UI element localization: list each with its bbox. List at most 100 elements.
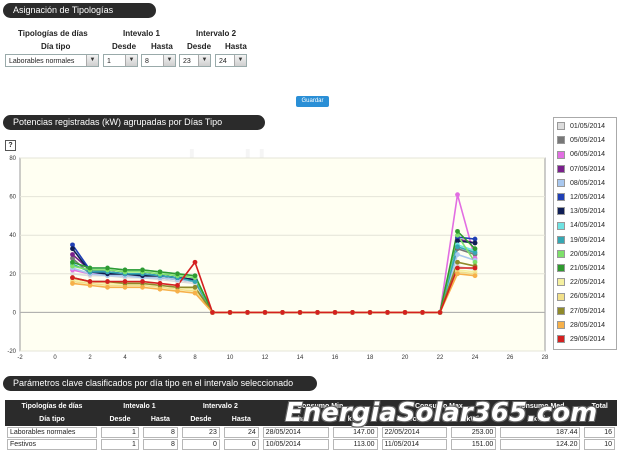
table-cell: 8 xyxy=(141,426,180,438)
legend-label: 06/05/2014 xyxy=(570,151,606,159)
cell-value: 187.44 xyxy=(500,426,581,438)
cell-value: 10/05/2014 xyxy=(262,438,329,450)
legend-item[interactable]: 20/05/2014 xyxy=(557,249,605,261)
legend-item[interactable]: 14/05/2014 xyxy=(557,220,605,232)
chart-legend: 01/05/2014 05/05/2014 06/05/2014 07/05/2014… xyxy=(553,117,617,350)
data-point xyxy=(472,246,478,252)
legend-swatch xyxy=(557,278,565,287)
legend-label: 20/05/2014 xyxy=(570,250,606,258)
cell-value: 1 xyxy=(101,426,139,438)
cell-value: 113.00 xyxy=(332,438,378,450)
legend-item[interactable]: 27/05/2014 xyxy=(557,306,605,318)
data-point xyxy=(175,282,180,288)
data-point xyxy=(87,279,93,284)
legend-swatch xyxy=(557,207,565,216)
data-point xyxy=(70,246,75,252)
table-cell: 23 xyxy=(180,426,222,438)
cell-value: 0 xyxy=(181,438,220,450)
legend-swatch xyxy=(557,306,565,315)
legend-item[interactable]: 08/05/2014 xyxy=(557,178,605,190)
table-cell: 8 xyxy=(141,438,180,450)
legend-item[interactable]: 07/05/2014 xyxy=(557,164,605,176)
data-point xyxy=(385,310,390,315)
y-tick-label: 60 xyxy=(9,195,16,201)
data-point xyxy=(70,275,75,281)
table-cell: 24 xyxy=(222,426,261,438)
table-cell: 151.00 xyxy=(449,438,498,450)
legend-item[interactable]: 05/05/2014 xyxy=(557,135,605,147)
cell-value: Festivos xyxy=(7,438,97,450)
x-tick-label: 6 xyxy=(158,355,162,361)
data-point xyxy=(315,310,320,315)
data-point xyxy=(175,271,180,277)
legend-item[interactable]: 12/05/2014 xyxy=(557,192,605,204)
x-tick-label: 16 xyxy=(332,355,339,361)
legend-label: 01/05/2014 xyxy=(570,123,606,130)
x-tick-label: 24 xyxy=(472,355,479,361)
data-point xyxy=(297,310,303,315)
legend-label: 14/05/2014 xyxy=(570,222,606,230)
subheader-cell: Desde xyxy=(99,413,141,426)
cell-value: 8 xyxy=(142,426,178,438)
legend-swatch xyxy=(557,164,565,173)
subheader-cell: Hasta xyxy=(221,413,261,426)
cell-value: 22/05/2014 xyxy=(381,426,448,438)
legend-item[interactable]: 29/05/2014 xyxy=(557,334,605,346)
data-point xyxy=(455,252,460,257)
data-point xyxy=(87,265,93,271)
y-tick-label: -20 xyxy=(7,349,16,355)
legend-item[interactable]: 01/05/2014 xyxy=(557,121,605,133)
x-tick-label: 20 xyxy=(402,355,409,361)
legend-item[interactable]: 28/05/2014 xyxy=(557,320,605,332)
legend-label: 22/05/2014 xyxy=(570,279,606,287)
legend-swatch xyxy=(557,249,565,258)
data-point xyxy=(157,286,163,292)
legend-swatch xyxy=(557,193,565,202)
subheader-cell: Desde xyxy=(179,413,222,426)
legend-item[interactable]: 26/05/2014 xyxy=(557,291,605,303)
cell-value: 10 xyxy=(584,438,615,450)
legend-swatch xyxy=(557,292,565,301)
legend-item[interactable]: 19/05/2014 xyxy=(557,235,605,247)
legend-swatch xyxy=(557,221,565,230)
y-tick-label: 0 xyxy=(13,310,17,316)
table-cell: 113.00 xyxy=(331,438,380,450)
legend-label: 08/05/2014 xyxy=(570,179,606,187)
legend-swatch xyxy=(557,136,565,145)
legend-item[interactable]: 06/05/2014 xyxy=(557,149,605,161)
cell-value: 124.20 xyxy=(500,438,581,450)
legend-item[interactable]: 13/05/2014 xyxy=(557,206,605,218)
data-point xyxy=(157,269,163,275)
legend-swatch xyxy=(557,335,565,344)
subheader-cell: Hasta xyxy=(140,413,180,426)
data-point xyxy=(192,259,198,265)
data-point xyxy=(192,290,198,296)
data-point xyxy=(455,265,460,271)
legend-item[interactable]: 21/05/2014 xyxy=(557,263,605,275)
table-cell: 10 xyxy=(582,438,617,450)
data-point xyxy=(192,273,198,279)
data-point xyxy=(437,310,443,315)
table-cell: Festivos xyxy=(5,438,99,450)
legend-label: 29/05/2014 xyxy=(570,336,606,343)
col-intervalo2: Intervalo 2 xyxy=(179,400,261,413)
x-tick-label: 12 xyxy=(262,355,269,361)
legend-label: 21/05/2014 xyxy=(570,265,606,272)
data-point xyxy=(105,279,110,284)
cell-value: Laborables normales xyxy=(7,426,97,438)
subheader-cell: Día tipo xyxy=(5,413,99,426)
legend-swatch xyxy=(557,235,565,244)
data-point xyxy=(402,310,408,315)
x-tick-label: 4 xyxy=(123,355,127,361)
data-point xyxy=(122,284,128,290)
legend-label: 27/05/2014 xyxy=(570,307,606,315)
data-point xyxy=(192,284,198,290)
data-point xyxy=(227,310,233,315)
table-cell: 0 xyxy=(222,438,261,450)
data-point xyxy=(455,228,460,234)
legend-item[interactable]: 22/05/2014 xyxy=(557,277,605,289)
cell-value: 24 xyxy=(223,426,259,438)
x-tick-label: 26 xyxy=(507,355,514,361)
x-tick-label: 10 xyxy=(227,355,234,361)
data-point xyxy=(455,259,460,265)
